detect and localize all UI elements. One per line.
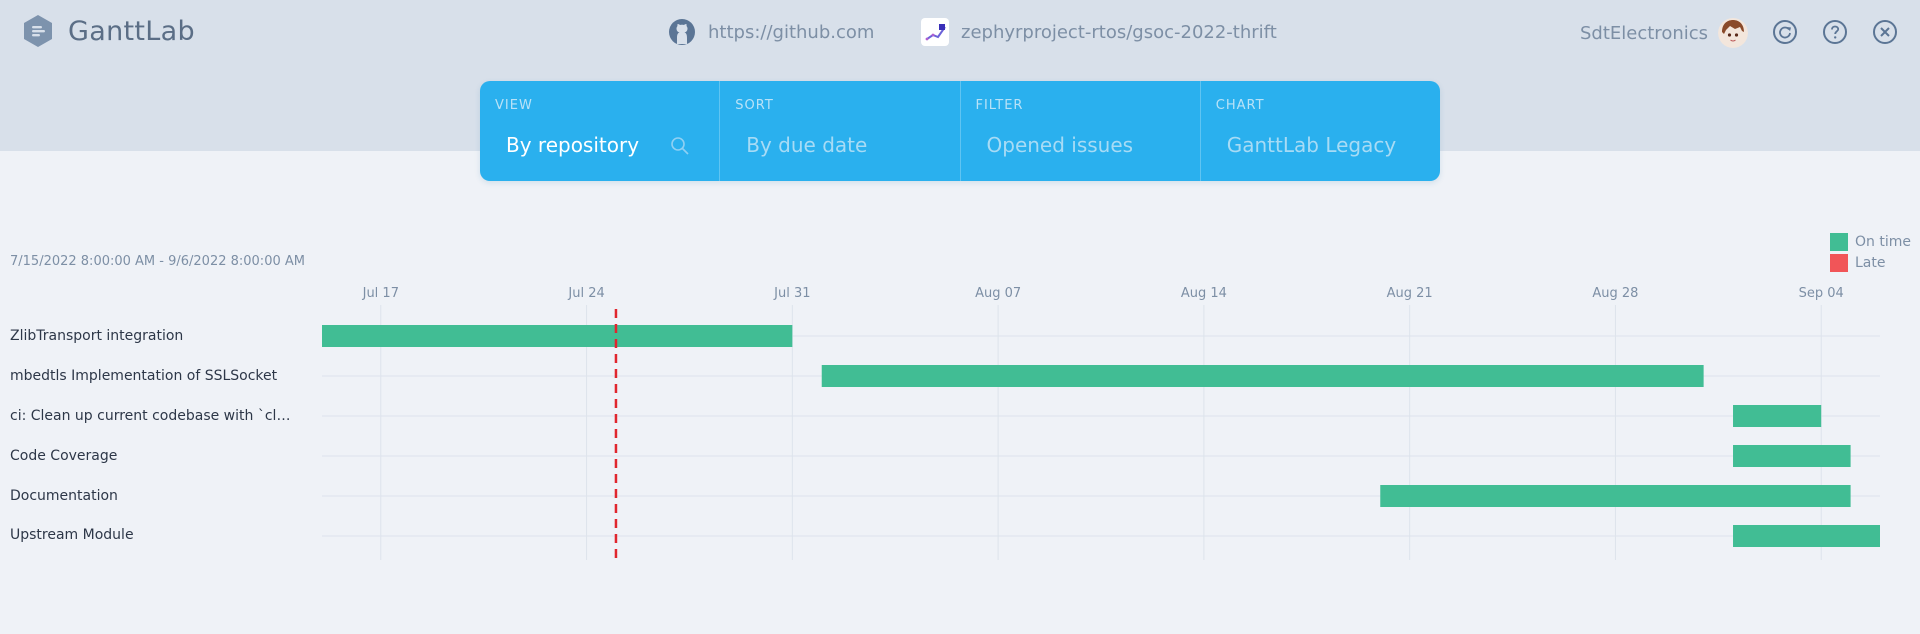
help-icon[interactable] [1822, 19, 1848, 45]
chart-value: GanttLab Legacy [1226, 133, 1397, 157]
date-range: 7/15/2022 8:00:00 AM - 9/6/2022 8:00:00 … [10, 254, 305, 269]
sort-selector[interactable]: SORT By due date [720, 81, 961, 181]
task-bar[interactable] [322, 325, 793, 347]
filter-value: Opened issues [986, 133, 1134, 157]
chart-label: CHART [1215, 98, 1265, 113]
close-icon[interactable] [1872, 19, 1898, 45]
search-icon[interactable] [670, 136, 690, 156]
source-host[interactable]: https://github.com [668, 18, 874, 46]
gantt-chart: Jul 17 Jul 24 Jul 31 Aug 07 Aug 14 Aug 21 Aug … [322, 286, 1880, 560]
legend-swatch-on-time [1830, 232, 1848, 251]
task-bar[interactable] [1733, 525, 1880, 547]
tick-label: Jul 17 [362, 286, 399, 301]
github-icon [669, 19, 695, 45]
avatar [1718, 18, 1749, 48]
chart-selector[interactable]: CHART GanttLab Legacy [1201, 81, 1440, 181]
filter-label: FILTER [975, 98, 1024, 113]
legend-swatch-late [1830, 253, 1848, 272]
app-title: GanttLab [68, 15, 195, 47]
user-menu[interactable]: SdtElectronics [1580, 18, 1749, 48]
repo-name: zephyrproject-rtos/gsoc-2022-thrift [961, 21, 1277, 43]
task-bar[interactable] [1380, 485, 1851, 507]
sort-label: SORT [735, 98, 774, 113]
tick-label: Sep 04 [1799, 286, 1844, 301]
source-repo[interactable]: zephyrproject-rtos/gsoc-2022-thrift [921, 18, 1277, 46]
legend-label-on-time: On time [1855, 233, 1911, 250]
filter-selector[interactable]: FILTER Opened issues [961, 81, 1201, 181]
view-toolbar: VIEW By repository SORT By due date FILT… [480, 81, 1440, 181]
refresh-icon[interactable] [1772, 19, 1798, 45]
sort-value: By due date [746, 133, 868, 157]
legend-label-late: Late [1855, 254, 1886, 271]
task-bar[interactable] [821, 365, 1704, 387]
tick-label: Jul 24 [567, 286, 604, 301]
username: SdtElectronics [1580, 22, 1709, 44]
tick-label: Aug 14 [1181, 286, 1227, 301]
brand[interactable]: GanttLab [22, 14, 195, 48]
tick-label: Aug 07 [975, 286, 1021, 301]
task-bar[interactable] [1733, 445, 1851, 467]
legend-item-on-time: On time [1830, 231, 1911, 252]
hexagon-logo-icon [24, 15, 52, 47]
legend: On time Late [1830, 231, 1911, 273]
task-bar[interactable] [1733, 405, 1822, 427]
tick-label: Jul 31 [773, 286, 810, 301]
host-url: https://github.com [708, 21, 875, 43]
tick-label: Aug 21 [1387, 286, 1433, 301]
tick-label: Aug 28 [1592, 286, 1638, 301]
repository-avatar-icon [921, 18, 949, 46]
view-value: By repository [506, 133, 640, 157]
view-label: VIEW [495, 98, 533, 113]
view-selector[interactable]: VIEW By repository [480, 81, 721, 181]
